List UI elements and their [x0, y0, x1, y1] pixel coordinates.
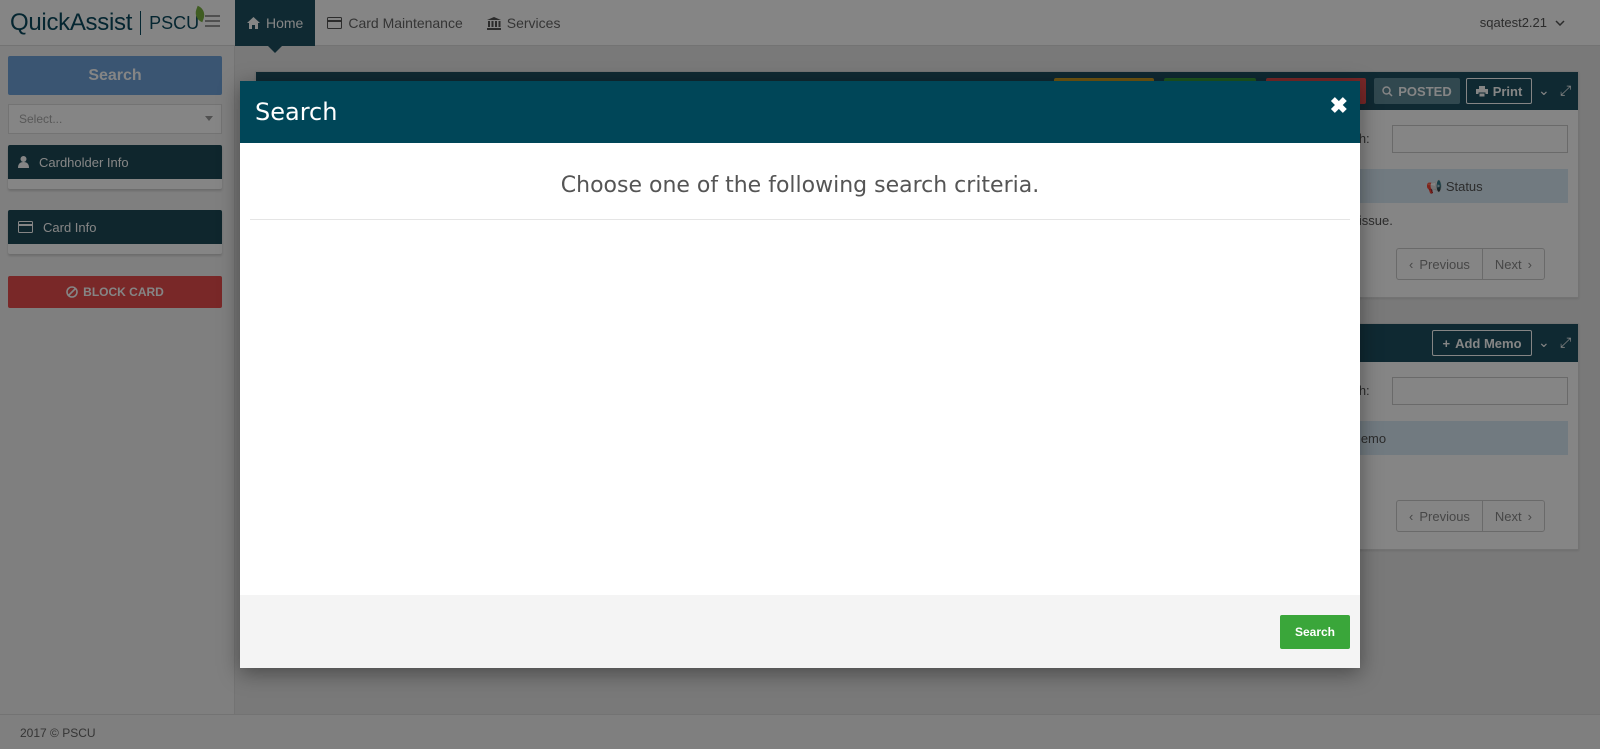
- modal-search-button[interactable]: Search: [1280, 615, 1350, 649]
- modal-subtitle: Choose one of the following search crite…: [560, 173, 1040, 198]
- modal-footer: Search: [240, 595, 1360, 668]
- modal-divider: [250, 219, 1350, 220]
- modal-body: Choose one of the following search crite…: [240, 143, 1360, 595]
- close-icon[interactable]: ✖: [1330, 93, 1348, 119]
- modal-header: Search ✖: [240, 81, 1360, 143]
- modal-title: Search: [255, 98, 338, 126]
- search-modal: Search ✖ Choose one of the following sea…: [240, 81, 1360, 668]
